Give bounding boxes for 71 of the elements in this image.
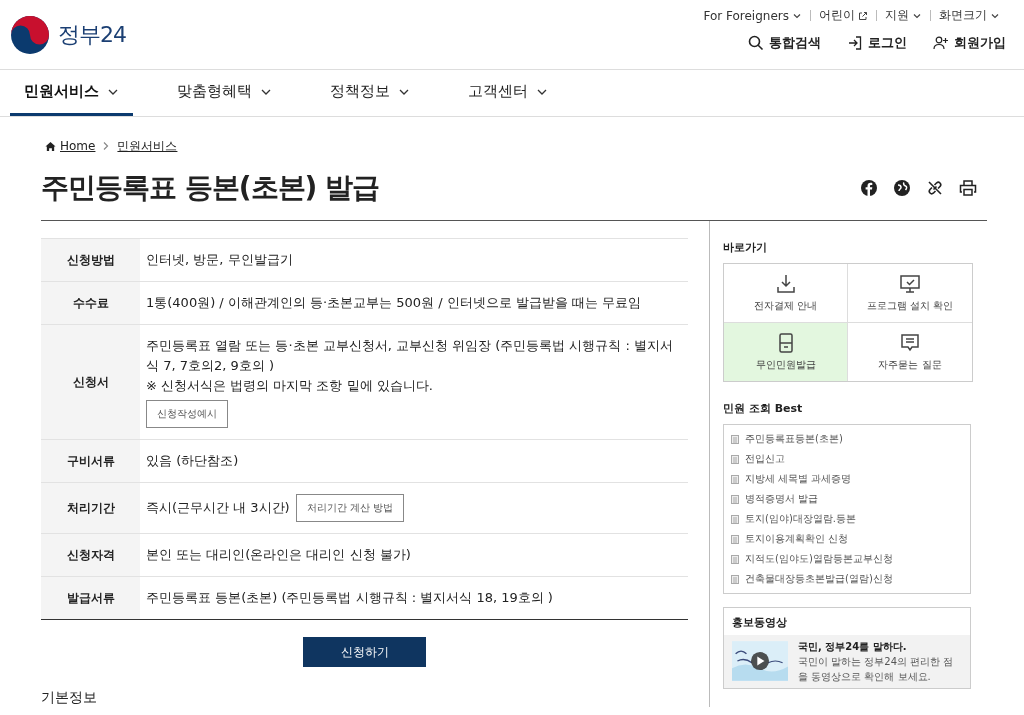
best-link[interactable]: 토지(임야)대장열람.등본 xyxy=(745,512,856,526)
link-icon[interactable] xyxy=(926,178,944,197)
video-heading: 홍보동영상 xyxy=(731,615,788,631)
breadcrumb-link[interactable]: 민원서비스 xyxy=(117,137,178,155)
row-label: 수수료 xyxy=(41,281,140,325)
signup-link[interactable]: 회원가입 xyxy=(933,34,1006,52)
row-label: 구비서류 xyxy=(41,439,140,483)
row-value: 주민등록표 열람 또는 등·초본 교부신청서, 교부신청 위임장 (주민등록법 시행규칙 : 별지서식 7, 7호의2, 9호의 ) xyxy=(146,337,675,375)
nav-tab[interactable]: 맞춤형혜택 xyxy=(163,70,286,116)
emblem-icon xyxy=(10,14,50,55)
row-value: ※ 신청서식은 법령의 마지막 조항 밑에 있습니다. xyxy=(146,377,434,395)
document-icon xyxy=(731,534,739,544)
utility-link[interactable]: 어린이 xyxy=(811,7,876,24)
best-link[interactable]: 건축물대장등초본발급(열람)신청 xyxy=(745,572,893,586)
row-label: 신청서 xyxy=(41,324,140,440)
best-link[interactable]: 병적증명서 발급 xyxy=(745,492,819,506)
best-link[interactable]: 지적도(임야도)열람등본교부신청 xyxy=(745,552,893,566)
row-label: 신청자격 xyxy=(41,533,140,577)
external-link-icon xyxy=(858,10,868,21)
chevron-right-icon xyxy=(103,142,110,150)
utility-link[interactable]: 지원 xyxy=(877,7,930,24)
nav-tab[interactable]: 민원서비스 xyxy=(10,70,133,116)
print-icon[interactable] xyxy=(959,178,977,197)
breadcrumb-link[interactable]: Home xyxy=(45,139,96,153)
info-button[interactable]: 신청작성예시 xyxy=(146,400,228,428)
row-label: 발급서류 xyxy=(41,576,140,620)
document-icon xyxy=(731,494,739,504)
row-value: 주민등록표 등본(초본) (주민등록법 시행규칙 : 별지서식 18, 19호의 ) xyxy=(146,589,554,607)
utility-link[interactable]: For Foreigners xyxy=(695,8,810,23)
section-heading: 기본정보 xyxy=(41,689,98,707)
user-plus-icon xyxy=(933,35,949,51)
sidebar-heading: 바로가기 xyxy=(723,240,768,255)
login-link[interactable]: 로그인 xyxy=(847,34,907,52)
home-icon xyxy=(45,140,56,152)
document-icon xyxy=(731,574,739,584)
sidebar-heading: 민원 조회 Best xyxy=(723,401,804,416)
document-icon xyxy=(731,554,739,564)
video-title[interactable]: 국민, 정부24를 말하다. xyxy=(798,639,962,654)
search-link[interactable]: 통합검색 xyxy=(748,34,821,52)
row-value: 즉시(근무시간 내 3시간) xyxy=(146,499,290,517)
video-description: 국민이 말하는 정부24의 편리한 점을 동영상으로 확인해 보세요. xyxy=(798,655,955,684)
chat-icon xyxy=(899,332,921,354)
best-link[interactable]: 토지이용계획확인 신청 xyxy=(745,532,849,546)
search-icon xyxy=(748,35,764,51)
site-logo[interactable]: 정부24 xyxy=(58,19,126,50)
document-icon xyxy=(731,434,739,444)
download-icon xyxy=(774,273,797,295)
row-label: 처리기간 xyxy=(41,482,140,534)
document-icon xyxy=(731,474,739,484)
nav-tab[interactable]: 고객센터 xyxy=(454,70,562,116)
best-link[interactable]: 전입신고 xyxy=(745,452,785,466)
login-icon xyxy=(847,35,863,51)
monitor-icon xyxy=(899,273,921,295)
row-value: 인터넷, 방문, 무인발급기 xyxy=(146,251,294,269)
best-link[interactable]: 지방세 세목별 과세증명 xyxy=(745,472,852,486)
row-label: 신청방법 xyxy=(41,238,140,282)
row-value: 본인 또는 대리인(온라인은 대리인 신청 불가) xyxy=(146,546,412,564)
info-button[interactable]: 처리기간 계산 방법 xyxy=(295,494,405,522)
row-value: 있음 (하단참조) xyxy=(146,452,240,470)
best-link[interactable]: 주민등록표등본(초본) xyxy=(745,432,843,446)
page-title: 주민등록표 등본(초본) 발급 xyxy=(41,169,380,206)
document-icon xyxy=(731,514,739,524)
nav-tab[interactable]: 정책정보 xyxy=(316,70,424,116)
document-icon xyxy=(731,454,739,464)
apply-button[interactable]: 신청하기 xyxy=(303,637,426,667)
quick-link[interactable]: 무인민원발급 xyxy=(724,323,848,381)
utility-link[interactable]: 화면크기 xyxy=(931,7,1008,24)
facebook-icon[interactable] xyxy=(860,178,878,197)
quick-link[interactable]: 자주묻는 질문 xyxy=(848,323,972,381)
quick-link[interactable]: 프로그램 설치 확인 xyxy=(848,264,972,323)
row-value: 1통(400원) / 이해관계인의 등·초본교부는 500원 / 인터넷으로 발급받을 때는 무료임 xyxy=(146,294,643,312)
